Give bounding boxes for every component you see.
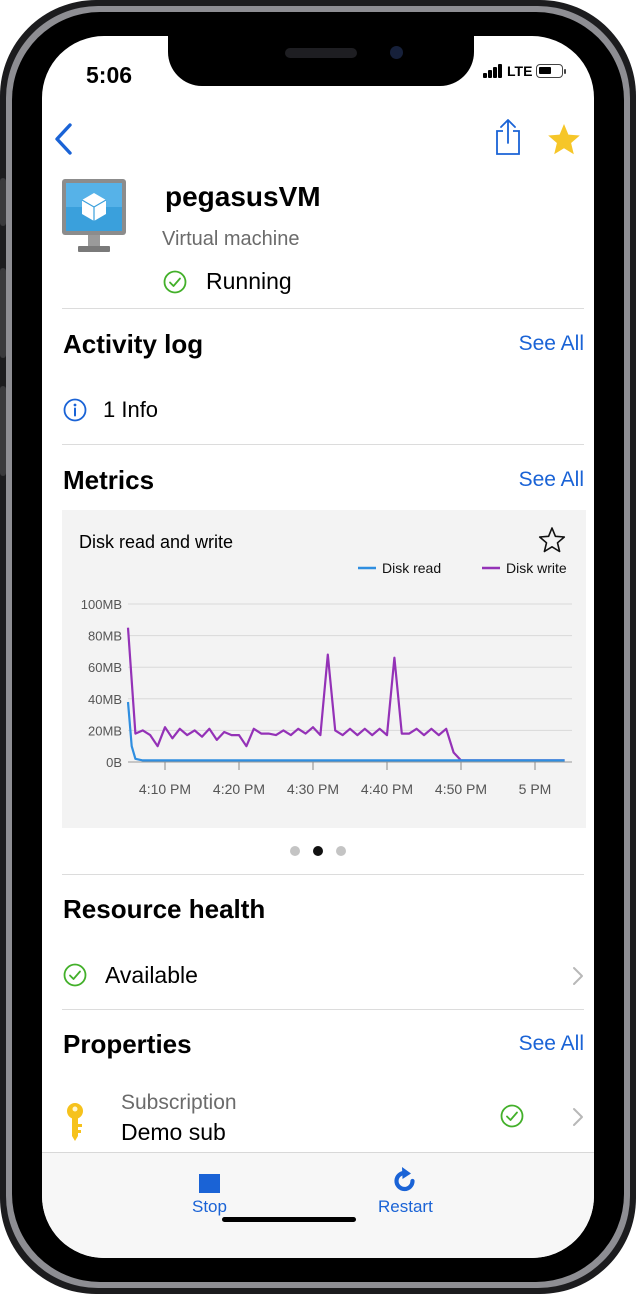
virtual-machine-icon [62,179,126,252]
resource-status: Running [206,268,292,294]
signal-icon [483,64,503,78]
y-tick-label: 100MB [81,597,122,612]
disk-read-write-chart: 100MB 80MB 60MB 40MB 20MB 0B 4:10 PM 4:20 PM 4:3… [81,560,572,797]
status-time: 5:06 [86,62,133,88]
key-icon [67,1103,83,1141]
app-screen: 5:06 LTE pegasusVM Virtual machine Runni… [42,36,594,1258]
stop-button[interactable]: Stop [192,1173,227,1217]
activity-log-see-all-link[interactable]: See All [519,332,584,356]
y-tick-label: 40MB [88,692,122,707]
check-circle-icon [163,270,187,294]
y-tick-label: 0B [106,755,122,770]
volume-down-button [0,386,6,476]
properties-see-all-link[interactable]: See All [519,1032,584,1056]
back-icon[interactable] [52,122,76,156]
x-tick-label: 4:50 PM [435,781,487,797]
properties-title: Properties [63,1029,192,1059]
x-tick-label: 4:20 PM [213,781,265,797]
share-icon[interactable] [494,118,522,156]
stop-label: Stop [192,1197,227,1216]
page-indicator[interactable] [290,846,359,856]
y-tick-label: 80MB [88,629,122,644]
legend-label: Disk write [506,560,567,576]
property-label: Subscription [121,1091,237,1114]
metrics-see-all-link[interactable]: See All [519,468,584,492]
metrics-chart-card[interactable]: Disk read and write 100MB 80MB 60MB 40MB 20M… [62,510,586,828]
metrics-title: Metrics [63,465,155,495]
check-circle-icon [63,963,87,987]
bottom-toolbar: Stop Restart [42,1152,594,1258]
volume-up-button [0,268,6,358]
earpiece-speaker [285,48,357,58]
favorite-star-icon[interactable] [546,122,582,158]
front-camera [390,46,403,59]
x-tick-label: 4:40 PM [361,781,413,797]
network-label: LTE [507,63,533,79]
divider [62,308,584,309]
divider [62,1009,584,1010]
restart-button[interactable]: Restart [378,1165,433,1217]
resource-type: Virtual machine [162,228,300,250]
restart-icon [394,1167,415,1192]
activity-log-summary[interactable]: 1 Info [103,397,158,423]
mute-switch [0,178,6,226]
x-tick-label: 5 PM [519,781,552,797]
page-dot[interactable] [290,846,300,856]
chevron-right-icon[interactable] [572,1107,584,1127]
activity-log-title: Activity log [63,329,204,359]
battery-icon [536,64,567,78]
resource-health-status[interactable]: Available [105,962,198,989]
status-indicators: LTE [483,63,567,79]
divider [62,444,584,445]
page-dot-active[interactable] [313,846,323,856]
chevron-right-icon[interactable] [572,966,584,986]
page-dot[interactable] [336,846,346,856]
y-tick-label: 20MB [88,723,122,738]
x-tick-label: 4:10 PM [139,781,191,797]
home-indicator [222,1217,356,1222]
legend-label: Disk read [382,560,441,576]
notch [168,36,474,86]
divider [62,874,584,875]
series-line-disk-write [126,627,565,762]
resource-name: pegasusVM [165,181,321,212]
y-tick-label: 60MB [88,660,122,675]
info-icon [63,398,87,422]
stop-icon [198,1174,220,1193]
resource-health-title: Resource health [63,894,266,924]
check-circle-icon [500,1104,524,1128]
property-value[interactable]: Demo sub [121,1119,226,1146]
restart-label: Restart [378,1197,433,1216]
x-tick-label: 4:30 PM [287,781,339,797]
